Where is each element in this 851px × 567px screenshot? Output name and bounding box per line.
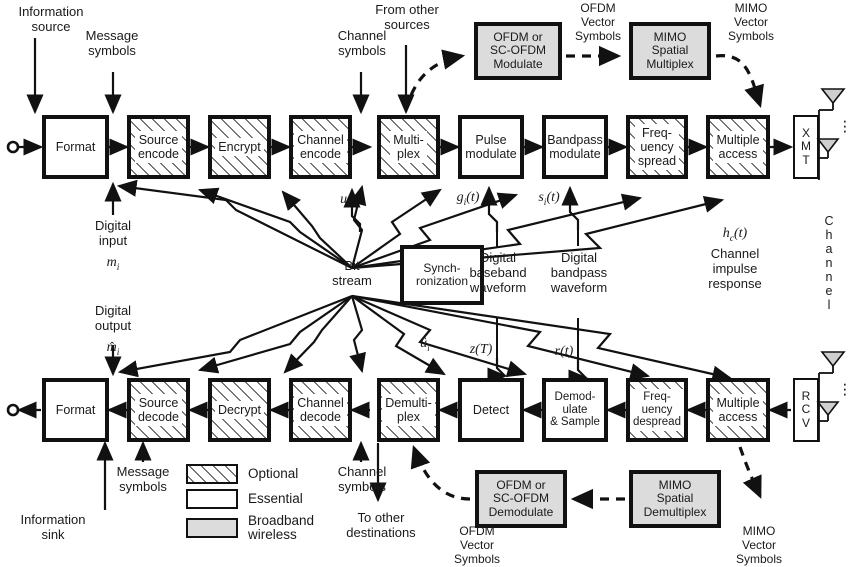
label-from-other-sources: From other sources [375, 2, 439, 33]
receiver-terminal[interactable]: R C V [793, 378, 819, 442]
label-message-symbols-bottom: Message symbols [116, 464, 170, 495]
label-channel-impulse-response: Channel impulse response [708, 246, 762, 292]
label-digital-baseband-waveform: Digital baseband waveform [469, 250, 527, 296]
label-ofdm-vector-symbols-top: OFDM Vector Symbols [574, 1, 621, 43]
block-multiple-access-tx[interactable]: Multiple access [706, 115, 770, 179]
sink-terminal-node [6, 403, 20, 417]
legend-label-essential: Essential [248, 491, 303, 507]
label-u-i: ui [340, 192, 350, 210]
block-frequency-spread[interactable]: Freq- uency spread [626, 115, 688, 179]
rx-antenna-ellipsis: · · · [842, 374, 848, 403]
block-channel-decode[interactable]: Channel decode [289, 378, 352, 442]
block-channel-encode[interactable]: Channel encode [289, 115, 352, 179]
label-digital-input: Digital input [94, 218, 132, 249]
block-frequency-despread[interactable]: Freq- uency despread [626, 378, 688, 442]
label-digital-input-var: mi [106, 255, 120, 273]
legend-row-essential: Essential [186, 489, 314, 509]
legend-swatch-essential [186, 489, 238, 509]
block-format-rx[interactable]: Format [42, 378, 109, 442]
label-channel-vertical: Channel [824, 214, 834, 312]
legend-row-optional: Optional [186, 464, 314, 484]
block-demultiplex[interactable]: Demulti- plex [377, 378, 440, 442]
label-information-sink: Information sink [20, 512, 86, 543]
block-mimo-spatial-multiplex[interactable]: MIMO Spatial Multiplex [629, 22, 711, 80]
block-decrypt[interactable]: Decrypt [208, 378, 271, 442]
legend-label-broadband-wireless: Broadband wireless [248, 513, 315, 543]
block-encrypt[interactable]: Encrypt [208, 115, 271, 179]
label-mimo-vector-symbols-bottom: MIMO Vector Symbols [735, 524, 782, 566]
label-r-t: r(t) [554, 344, 574, 359]
block-multiple-access-rx[interactable]: Multiple access [706, 378, 770, 442]
block-source-encode[interactable]: Source encode [127, 115, 190, 179]
legend-label-optional: Optional [248, 466, 299, 482]
transmitter-terminal[interactable]: X M T [793, 115, 819, 179]
block-source-decode[interactable]: Source decode [127, 378, 190, 442]
block-demodulate-sample[interactable]: Demod- ulate & Sample [542, 378, 608, 442]
block-detect[interactable]: Detect [458, 378, 524, 442]
block-format-tx[interactable]: Format [42, 115, 109, 179]
legend-swatch-optional [186, 464, 238, 484]
label-digital-output: Digital output [94, 303, 132, 334]
label-s-i-t: si(t) [538, 190, 560, 208]
label-message-symbols-top: Message symbols [85, 28, 139, 59]
label-bit-stream: Bit stream [332, 258, 372, 289]
source-terminal-node [6, 140, 20, 154]
block-ofdm-modulate[interactable]: OFDM or SC-OFDM Modulate [474, 22, 562, 80]
block-pulse-modulate[interactable]: Pulse modulate [458, 115, 524, 179]
label-mimo-vector-symbols-top: MIMO Vector Symbols [727, 1, 774, 43]
block-mimo-spatial-demultiplex[interactable]: MIMO Spatial Demultiplex [629, 470, 721, 528]
block-diagram-canvas: Format Source encode Encrypt Channel enc… [0, 0, 851, 566]
legend-swatch-broadband-wireless [186, 518, 238, 539]
block-ofdm-demodulate[interactable]: OFDM or SC-OFDM Demodulate [475, 470, 567, 528]
label-digital-bandpass-waveform: Digital bandpass waveform [550, 250, 608, 296]
label-channel-symbols-bottom: Channel symbols [337, 464, 387, 495]
label-to-other-destinations: To other destinations [346, 510, 416, 541]
label-z-T: z(T) [469, 342, 493, 357]
tx-antenna-ellipsis: · · · [842, 111, 848, 140]
label-g-i-t: gi(t) [456, 190, 480, 208]
label-digital-output-var: m̂i [106, 340, 120, 358]
label-channel-symbols-top: Channel symbols [337, 28, 387, 59]
legend: Optional Essential Broadband wireless [186, 464, 314, 547]
label-ofdm-vector-symbols-bottom: OFDM Vector Symbols [453, 524, 500, 566]
legend-row-broadband-wireless: Broadband wireless [186, 513, 315, 543]
block-bandpass-modulate[interactable]: Bandpass modulate [542, 115, 608, 179]
block-multiplex[interactable]: Multi- plex [377, 115, 440, 179]
label-hc-t: hc(t) [722, 226, 748, 244]
label-u-hat-i: ûi [420, 336, 430, 354]
